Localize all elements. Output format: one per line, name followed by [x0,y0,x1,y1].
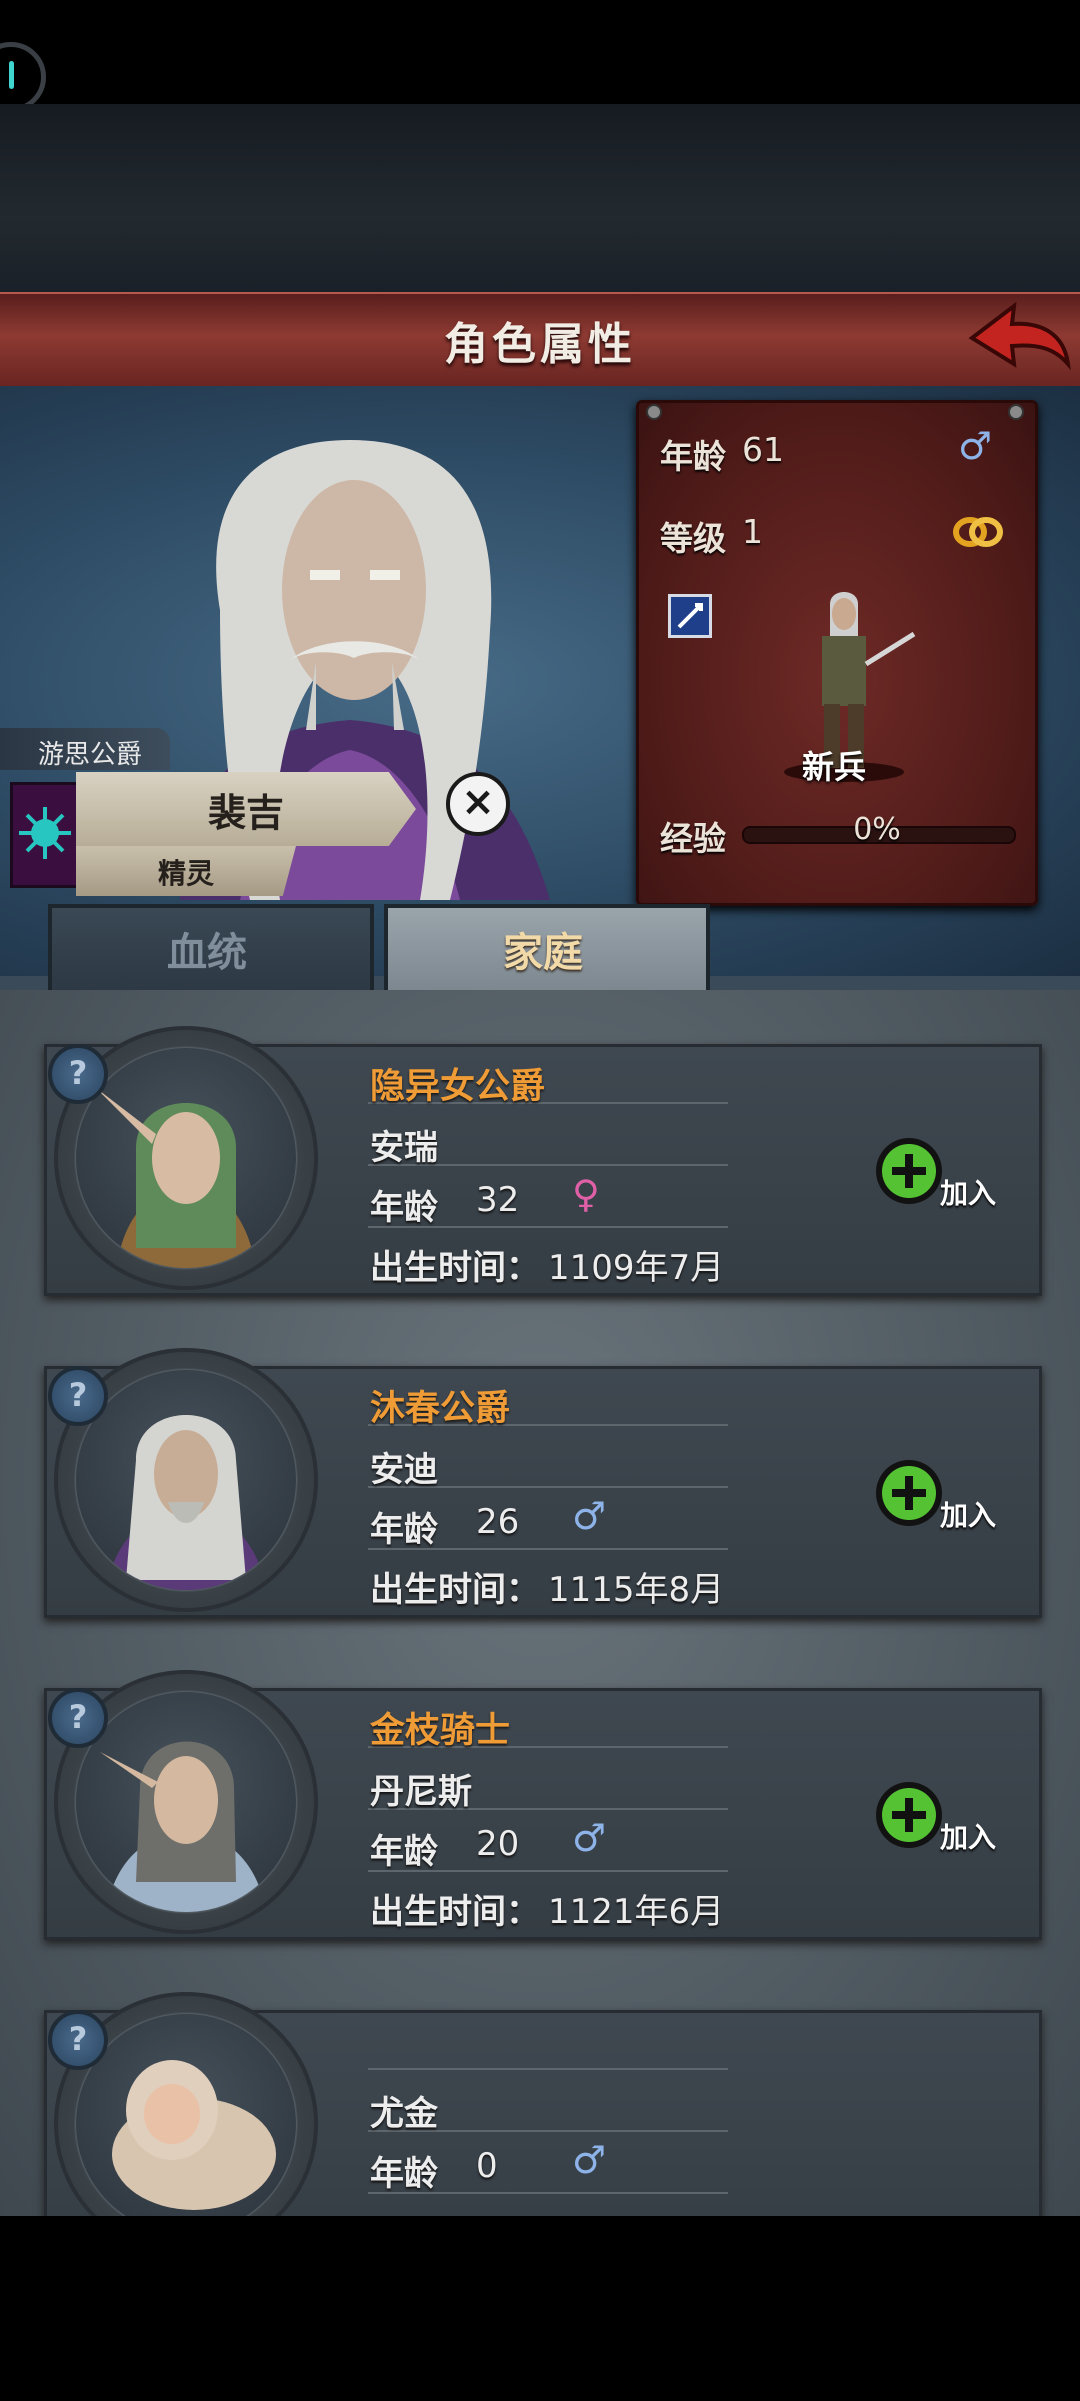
plus-icon [882,1788,936,1842]
panel-bolt [646,404,662,420]
member-age-label: 年龄 [370,1832,438,1872]
add-member-label[interactable]: 加入 [940,1816,996,1856]
exp-label: 经验 [660,819,726,858]
add-member-label[interactable]: 加入 [940,1494,996,1534]
avatar[interactable] [76,1048,296,1268]
member-birth-label: 出生时间： [370,1570,540,1610]
unit-class-label: 新兵 [801,748,866,786]
member-birth: 1115年8月 [548,1570,725,1610]
question-icon[interactable]: ? [48,1366,108,1426]
faction-banner-icon [10,782,80,888]
tab-bloodline-label: 血统 [167,930,247,976]
panel-bolt [1008,404,1024,420]
status-bar [0,0,1080,104]
plus-icon [882,1144,936,1198]
member-age: 32 [476,1180,520,1220]
plus-icon [882,1466,936,1520]
member-birth-label: 出生时间： [370,1248,540,1288]
exp-value: 0% [853,812,901,847]
member-age-label: 年龄 [370,2154,438,2194]
member-title: 沐春公爵 [370,1389,511,1429]
member-name: 安瑞 [370,1128,438,1168]
divider [368,2068,728,2070]
avatar[interactable] [76,1692,296,1912]
member-title: 金枝骑士 [370,1711,511,1751]
page-title: 角色属性 [444,319,636,370]
question-icon[interactable]: ? [48,2010,108,2070]
member-age: 20 [476,1824,520,1864]
add-member-button[interactable] [876,1138,942,1204]
member-birth: 1109年7月 [548,1248,725,1288]
level-label: 等级 [660,519,726,558]
add-member-button[interactable] [876,1782,942,1848]
back-arrow-icon[interactable] [968,300,1072,376]
level-value: 1 [742,512,763,551]
close-icon[interactable]: × [446,772,510,836]
tab-family-label: 家庭 [503,930,583,976]
member-name: 尤金 [370,2094,438,2134]
noble-title: 游思公爵 [37,740,142,770]
character-name: 裴吉 [207,791,284,835]
question-icon[interactable]: ? [48,1688,108,1748]
age-label: 年龄 [660,437,726,476]
male-icon: ♂ [572,1494,607,1538]
navigation-bar [0,2216,1080,2401]
add-member-label[interactable]: 加入 [940,1172,996,1212]
male-icon: ♂ [572,1816,607,1860]
age-value: 61 [742,430,784,469]
top-background [0,104,1080,294]
member-name: 安迪 [370,1450,438,1490]
member-title: 隐异女公爵 [370,1067,546,1107]
sword-skill-icon[interactable] [668,594,712,638]
member-name: 丹尼斯 [370,1772,472,1812]
male-icon: ♂ [958,424,993,468]
member-birth: 1121年6月 [548,1892,725,1932]
member-birth-label: 出生时间： [370,1892,540,1932]
question-icon[interactable]: ? [48,1044,108,1104]
member-age-label: 年龄 [370,1510,438,1550]
member-age: 26 [476,1502,520,1542]
ring-icon [953,517,1003,547]
member-age: 0 [476,2146,498,2186]
add-member-button[interactable] [876,1460,942,1526]
member-age-label: 年龄 [370,1188,438,1228]
avatar[interactable] [76,2014,296,2234]
male-icon: ♂ [572,2138,607,2182]
character-race: 精灵 [157,857,214,890]
avatar[interactable] [76,1370,296,1590]
female-icon: ♀ [572,1172,600,1216]
